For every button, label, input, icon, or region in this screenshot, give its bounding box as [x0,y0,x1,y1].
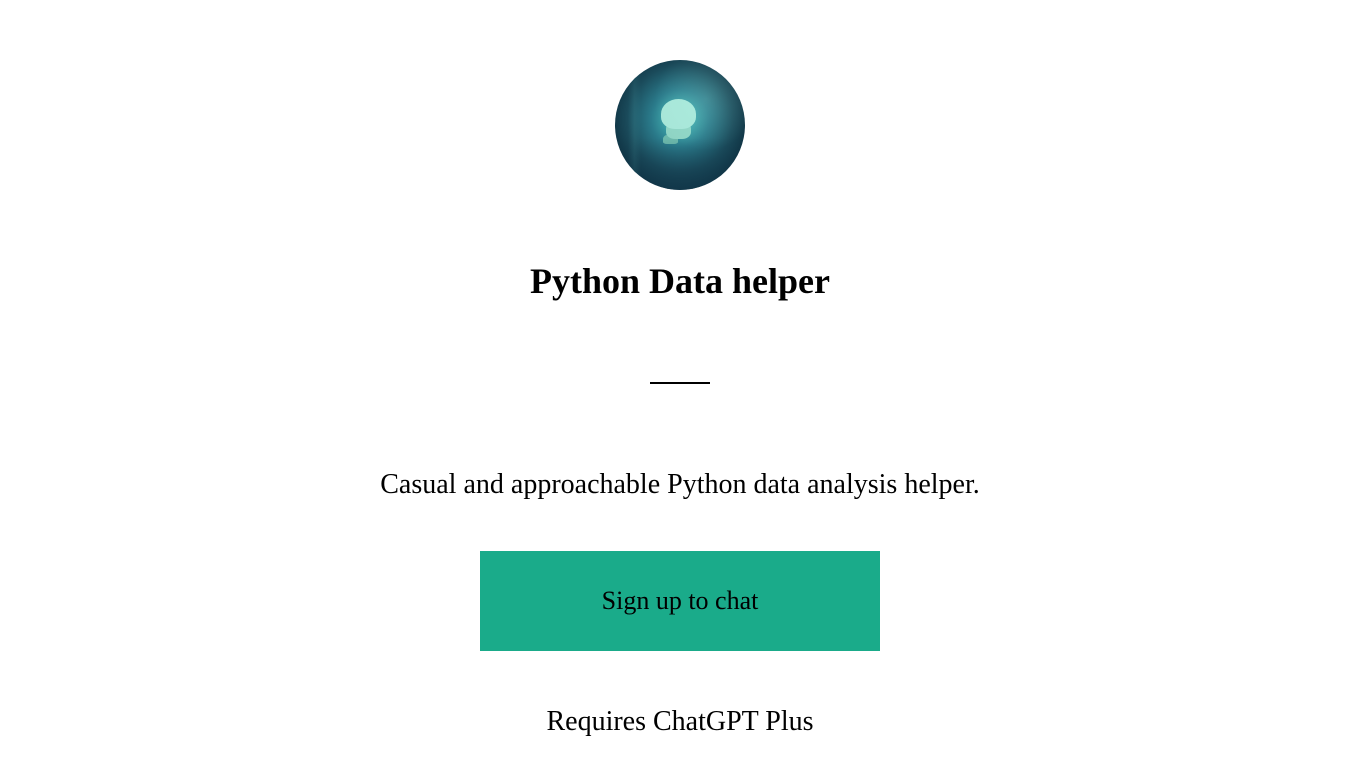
requires-text: Requires ChatGPT Plus [546,706,813,738]
signup-button[interactable]: Sign up to chat [480,551,880,651]
gpt-avatar [615,60,745,190]
divider [650,382,710,384]
page-title: Python Data helper [530,260,830,302]
description-text: Casual and approachable Python data anal… [380,469,979,501]
